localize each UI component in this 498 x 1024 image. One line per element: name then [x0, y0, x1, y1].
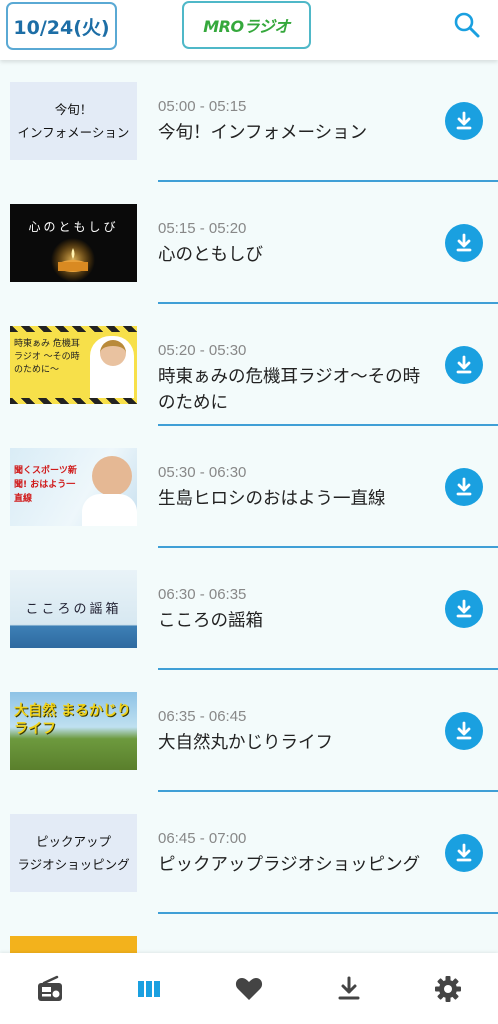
settings-gear-icon[interactable] [418, 964, 478, 1014]
program-row[interactable]: ピックアップ ラジオショッピング 06:45 - 07:00 ピックアップラジオ… [0, 792, 498, 914]
download-arrow-icon [456, 721, 472, 740]
download-button[interactable] [445, 224, 483, 262]
program-row[interactable]: 心のともしび 05:15 - 05:20 心のともしび [0, 182, 498, 304]
station-logo[interactable]: MROラジオ [182, 1, 311, 49]
download-arrow-icon [456, 355, 472, 374]
download-arrow-icon [456, 477, 472, 496]
program-title: 心のともしび [158, 245, 263, 265]
program-time: 05:15 - 05:20 [158, 220, 247, 237]
favorite-heart-icon[interactable] [219, 964, 279, 1014]
program-title: 今旬！インフォメーション [158, 123, 368, 143]
bottom-navigation [0, 953, 498, 1024]
program-list-icon[interactable] [119, 964, 179, 1014]
program-row[interactable]: 大自然 まるかじりライフ 06:35 - 06:45 大自然丸かじりライフ [0, 670, 498, 792]
program-thumbnail: ピックアップ ラジオショッピング [10, 814, 137, 892]
program-title: 生島ヒロシのおはよう一直線 [158, 489, 386, 509]
download-button[interactable] [445, 834, 483, 872]
program-row[interactable]: 今旬！ インフォメーション 05:00 - 05:15 今旬！インフォメーション [0, 60, 498, 182]
thumbnail-caption: 時東ぁみ 危機耳 ラジオ 〜その時のために〜 [14, 339, 80, 375]
program-row[interactable]: 聞くスポーツ新聞! おはよう一直線 05:30 - 06:30 生島ヒロシのおは… [0, 426, 498, 548]
program-thumbnail: 心のともしび [10, 204, 137, 282]
logo-text: MROラジオ [203, 17, 290, 36]
program-time: 06:35 - 06:45 [158, 708, 247, 725]
thumbnail-caption: 大自然 まるかじりライフ [14, 703, 131, 737]
download-arrow-icon [456, 599, 472, 618]
program-time: 06:30 - 06:35 [158, 586, 247, 603]
download-button[interactable] [445, 102, 483, 140]
date-selector-button[interactable]: 10/24(火) [6, 2, 117, 50]
program-thumbnail: 今旬！ インフォメーション [10, 82, 137, 160]
radio-icon[interactable] [20, 964, 80, 1014]
search-icon[interactable] [452, 10, 482, 40]
app-header: 10/24(火) MROラジオ [0, 0, 498, 60]
program-time: 05:00 - 05:15 [158, 98, 247, 115]
program-title: 時東ぁみの危機耳ラジオ〜その時のために [158, 367, 421, 413]
program-time: 06:45 - 07:00 [158, 830, 247, 847]
program-thumbnail: 聞くスポーツ新聞! おはよう一直線 [10, 448, 137, 526]
download-button[interactable] [445, 712, 483, 750]
program-title: ピックアップラジオショッピング [158, 855, 421, 875]
program-row[interactable]: こころの謡箱 06:30 - 06:35 こころの謡箱 [0, 548, 498, 670]
thumbnail-caption: こころの謡箱 [25, 602, 122, 617]
download-arrow-icon [456, 843, 472, 862]
program-title: こころの謡箱 [158, 611, 263, 631]
thumbnail-caption: 聞くスポーツ新聞! おはよう一直線 [14, 466, 77, 504]
download-button[interactable] [445, 346, 483, 384]
program-thumbnail: 大自然 まるかじりライフ [10, 692, 137, 770]
download-arrow-icon [456, 233, 472, 252]
program-time: 05:30 - 06:30 [158, 464, 247, 481]
program-thumbnail: こころの謡箱 [10, 570, 137, 648]
download-icon[interactable] [319, 964, 379, 1014]
program-row[interactable]: 時東ぁみ 危機耳 ラジオ 〜その時のために〜 05:20 - 05:30 時東ぁ… [0, 304, 498, 426]
program-time: 05:20 - 05:30 [158, 342, 247, 359]
download-button[interactable] [445, 468, 483, 506]
program-title: 大自然丸かじりライフ [158, 733, 333, 753]
program-list[interactable]: 今旬！ インフォメーション 05:00 - 05:15 今旬！インフォメーション… [0, 60, 498, 953]
download-arrow-icon [456, 111, 472, 130]
program-row[interactable] [0, 914, 498, 953]
program-thumbnail [10, 936, 137, 953]
download-button[interactable] [445, 590, 483, 628]
program-thumbnail: 時東ぁみ 危機耳 ラジオ 〜その時のために〜 [10, 326, 137, 404]
